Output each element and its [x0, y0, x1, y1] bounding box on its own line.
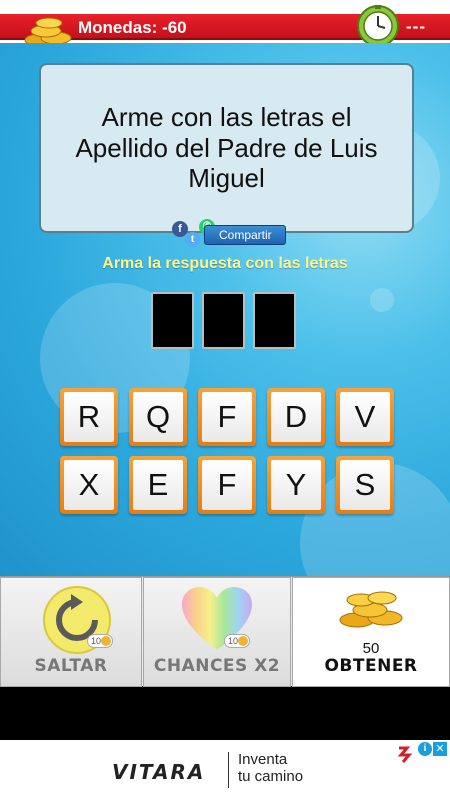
skip-label: SALTAR	[34, 656, 108, 676]
coins-pile-icon	[339, 591, 403, 628]
game-area: Arme con las letras el Apellido del Padr…	[0, 43, 450, 576]
letter-tile[interactable]: D	[267, 388, 325, 446]
letter-tile-label: V	[340, 392, 390, 442]
answer-slots	[151, 292, 296, 349]
letter-tile[interactable]: X	[60, 456, 118, 514]
answer-slot[interactable]	[253, 292, 296, 349]
suzuki-logo-icon	[397, 746, 413, 763]
letter-tile-label: Q	[133, 392, 183, 442]
ad-tagline-line2: tu camino	[238, 768, 304, 785]
timer-readout: ---	[406, 17, 426, 36]
share-button[interactable]: Compartir	[204, 225, 286, 245]
chances-x2-button[interactable]: 10 CHANCES X2	[143, 577, 291, 687]
ad-banner[interactable]: VITARA Inventa tu camino i ✕	[0, 740, 450, 800]
chances-cost-badge: 10	[224, 634, 250, 648]
letter-tile-label: X	[64, 460, 114, 510]
letter-tile-label: S	[340, 460, 390, 510]
letter-tile-label: R	[64, 392, 114, 442]
timer-clock-icon[interactable]	[356, 4, 400, 48]
letter-tile[interactable]: F	[198, 388, 256, 446]
letter-tile[interactable]: E	[129, 456, 187, 514]
letter-tile-label: F	[202, 392, 252, 442]
letter-tile-label: D	[271, 392, 321, 442]
twitter-icon[interactable]: t	[185, 232, 200, 247]
chances-cost-value: 10	[228, 636, 239, 646]
letter-tile[interactable]: V	[336, 388, 394, 446]
letter-tile[interactable]: Q	[129, 388, 187, 446]
letter-tile-label: E	[133, 460, 183, 510]
letter-grid: R Q F D V X E F Y S	[60, 388, 394, 514]
get-coins-button[interactable]: 50 OBTENER	[292, 577, 450, 687]
get-coins-amount: 50	[362, 640, 380, 657]
letter-tile[interactable]: Y	[267, 456, 325, 514]
letter-tile-label: Y	[271, 460, 321, 510]
background-bokeh	[370, 288, 394, 312]
letter-tile[interactable]: R	[60, 388, 118, 446]
top-bar: Monedas: -60 ---	[0, 0, 450, 47]
ad-divider	[228, 752, 229, 788]
coin-icon	[101, 636, 111, 646]
skip-cost-badge: 10	[87, 634, 113, 648]
answer-slot[interactable]	[151, 292, 194, 349]
instruction-text: Arma la respuesta con las letras	[102, 255, 348, 272]
question-text: Arme con las letras el Apellido del Padr…	[75, 101, 378, 194]
ad-tagline-line1: Inventa	[238, 751, 288, 768]
action-bar: 10 SALTAR 10 CHANCES X2 50 OBTENER	[0, 576, 450, 687]
ad-brand: VITARA	[112, 760, 206, 784]
ad-close-icon[interactable]: ✕	[433, 742, 447, 756]
letter-tile-label: F	[202, 460, 252, 510]
coin-icon	[238, 636, 248, 646]
share-widget[interactable]: f ✆ t Compartir	[168, 219, 286, 247]
skip-button[interactable]: 10 SALTAR	[0, 577, 142, 687]
ad-choices-icon[interactable]: i	[418, 742, 432, 756]
question-card: Arme con las letras el Apellido del Padr…	[39, 63, 414, 233]
coins-counter: Monedas: -60	[78, 18, 187, 37]
letter-tile[interactable]: S	[336, 456, 394, 514]
answer-slot[interactable]	[202, 292, 245, 349]
chances-label: CHANCES X2	[153, 656, 281, 676]
skip-cost-value: 10	[91, 636, 102, 646]
letter-tile[interactable]: F	[198, 456, 256, 514]
get-coins-label: OBTENER	[324, 656, 418, 676]
